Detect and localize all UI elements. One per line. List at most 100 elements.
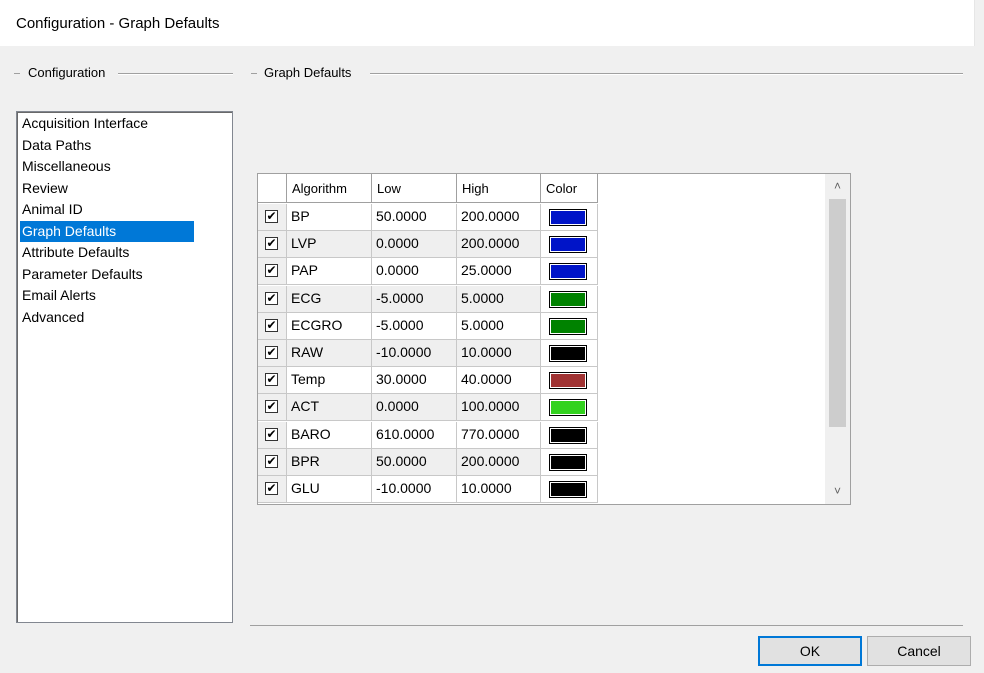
color-cell[interactable] <box>541 367 598 395</box>
low-cell[interactable]: 30.0000 <box>372 367 457 395</box>
chevron-down-icon[interactable]: ˅ <box>825 479 850 504</box>
algorithm-cell[interactable]: BARO <box>287 421 372 449</box>
algorithm-cell[interactable]: ACT <box>287 394 372 422</box>
color-cell[interactable] <box>541 394 598 422</box>
enabled-cell[interactable]: ✔ <box>258 367 287 395</box>
sidebar-item-parameter-defaults[interactable]: Parameter Defaults <box>20 264 145 285</box>
color-cell[interactable] <box>541 421 598 449</box>
chevron-up-icon[interactable]: ˄ <box>825 174 850 199</box>
high-cell[interactable]: 200.0000 <box>457 204 541 231</box>
color-swatch[interactable] <box>549 317 587 335</box>
sidebar-item-attribute-defaults[interactable]: Attribute Defaults <box>20 242 131 263</box>
table-row[interactable]: ✔ BARO 610.0000 770.0000 <box>258 421 825 449</box>
sidebar-item-data-paths[interactable]: Data Paths <box>20 135 93 156</box>
header-color[interactable]: Color <box>541 174 598 203</box>
high-cell[interactable]: 10.0000 <box>457 340 541 367</box>
ok-button[interactable]: OK <box>758 636 862 666</box>
header-algorithm[interactable]: Algorithm <box>287 174 372 203</box>
sidebar-item-advanced[interactable]: Advanced <box>20 307 86 328</box>
low-cell[interactable]: 0.0000 <box>372 394 457 422</box>
table-row[interactable]: ✔ LVP 0.0000 200.0000 <box>258 231 825 259</box>
scrollbar-thumb[interactable] <box>829 199 846 427</box>
high-cell[interactable]: 200.0000 <box>457 231 541 259</box>
high-cell[interactable]: 10.0000 <box>457 476 541 503</box>
enabled-checkbox[interactable]: ✔ <box>265 400 278 414</box>
algorithm-cell[interactable]: PAP <box>287 258 372 286</box>
table-row[interactable]: ✔ Temp 30.0000 40.0000 <box>258 367 825 395</box>
header-low[interactable]: Low <box>372 174 457 203</box>
vertical-scrollbar[interactable]: ˄ ˅ <box>825 174 850 504</box>
enabled-checkbox[interactable]: ✔ <box>265 482 278 495</box>
sidebar-item-animal-id[interactable]: Animal ID <box>20 199 85 220</box>
enabled-checkbox[interactable]: ✔ <box>265 237 278 251</box>
table-row[interactable]: ✔ BP 50.0000 200.0000 <box>258 204 825 231</box>
high-cell[interactable]: 100.0000 <box>457 394 541 422</box>
color-cell[interactable] <box>541 231 598 259</box>
enabled-checkbox[interactable]: ✔ <box>265 346 278 359</box>
enabled-cell[interactable]: ✔ <box>258 448 287 476</box>
high-cell[interactable]: 770.0000 <box>457 421 541 449</box>
enabled-cell[interactable]: ✔ <box>258 394 287 422</box>
table-row[interactable]: ✔ PAP 0.0000 25.0000 <box>258 258 825 286</box>
low-cell[interactable]: 610.0000 <box>372 421 457 449</box>
color-swatch[interactable] <box>549 345 587 362</box>
algorithm-cell[interactable]: GLU <box>287 476 372 503</box>
high-cell[interactable]: 200.0000 <box>457 448 541 476</box>
color-swatch[interactable] <box>549 209 587 226</box>
enabled-cell[interactable]: ✔ <box>258 340 287 367</box>
enabled-cell[interactable]: ✔ <box>258 231 287 259</box>
sidebar-item-email-alerts[interactable]: Email Alerts <box>20 285 98 306</box>
color-swatch[interactable] <box>549 263 587 281</box>
low-cell[interactable]: -5.0000 <box>372 285 457 313</box>
low-cell[interactable]: -5.0000 <box>372 312 457 340</box>
color-cell[interactable] <box>541 285 598 313</box>
algorithm-cell[interactable]: BP <box>287 204 372 231</box>
header-high[interactable]: High <box>457 174 541 203</box>
low-cell[interactable]: 50.0000 <box>372 204 457 231</box>
color-cell[interactable] <box>541 204 598 231</box>
color-cell[interactable] <box>541 258 598 286</box>
enabled-checkbox[interactable]: ✔ <box>265 264 278 278</box>
enabled-checkbox[interactable]: ✔ <box>265 373 278 387</box>
high-cell[interactable]: 25.0000 <box>457 258 541 286</box>
color-swatch[interactable] <box>549 481 587 498</box>
enabled-cell[interactable]: ✔ <box>258 204 287 231</box>
sidebar-item-review[interactable]: Review <box>20 178 70 199</box>
enabled-cell[interactable]: ✔ <box>258 421 287 449</box>
algorithm-cell[interactable]: Temp <box>287 367 372 395</box>
cancel-button[interactable]: Cancel <box>867 636 971 666</box>
low-cell[interactable]: 0.0000 <box>372 258 457 286</box>
algorithm-cell[interactable]: ECGRO <box>287 312 372 340</box>
table-row[interactable]: ✔ BPR 50.0000 200.0000 <box>258 448 825 476</box>
enabled-checkbox[interactable]: ✔ <box>265 427 278 441</box>
table-row[interactable]: ✔ RAW -10.0000 10.0000 <box>258 340 825 367</box>
algorithm-cell[interactable]: LVP <box>287 231 372 259</box>
configuration-list[interactable]: Acquisition Interface Data Paths Miscellan… <box>16 111 233 623</box>
color-swatch[interactable] <box>549 426 587 444</box>
enabled-cell[interactable]: ✔ <box>258 476 287 503</box>
algorithm-cell[interactable]: BPR <box>287 448 372 476</box>
algorithm-cell[interactable]: RAW <box>287 340 372 367</box>
table-row[interactable]: ✔ GLU -10.0000 10.0000 <box>258 476 825 503</box>
color-swatch[interactable] <box>549 453 587 471</box>
high-cell[interactable]: 40.0000 <box>457 367 541 395</box>
sidebar-item-miscellaneous[interactable]: Miscellaneous <box>20 156 113 177</box>
enabled-cell[interactable]: ✔ <box>258 258 287 286</box>
low-cell[interactable]: 0.0000 <box>372 231 457 259</box>
high-cell[interactable]: 5.0000 <box>457 312 541 340</box>
sidebar-item-acquisition-interface[interactable]: Acquisition Interface <box>20 113 150 134</box>
color-cell[interactable] <box>541 340 598 367</box>
table-row[interactable]: ✔ ECGRO -5.0000 5.0000 <box>258 312 825 340</box>
color-cell[interactable] <box>541 312 598 340</box>
algorithm-cell[interactable]: ECG <box>287 285 372 313</box>
enabled-checkbox[interactable]: ✔ <box>265 291 278 305</box>
enabled-cell[interactable]: ✔ <box>258 285 287 313</box>
enabled-checkbox[interactable]: ✔ <box>265 318 278 332</box>
color-swatch[interactable] <box>549 399 587 417</box>
table-row[interactable]: ✔ ACT 0.0000 100.0000 <box>258 394 825 422</box>
enabled-checkbox[interactable]: ✔ <box>265 210 278 223</box>
enabled-checkbox[interactable]: ✔ <box>265 454 278 468</box>
low-cell[interactable]: -10.0000 <box>372 340 457 367</box>
color-cell[interactable] <box>541 448 598 476</box>
low-cell[interactable]: -10.0000 <box>372 476 457 503</box>
